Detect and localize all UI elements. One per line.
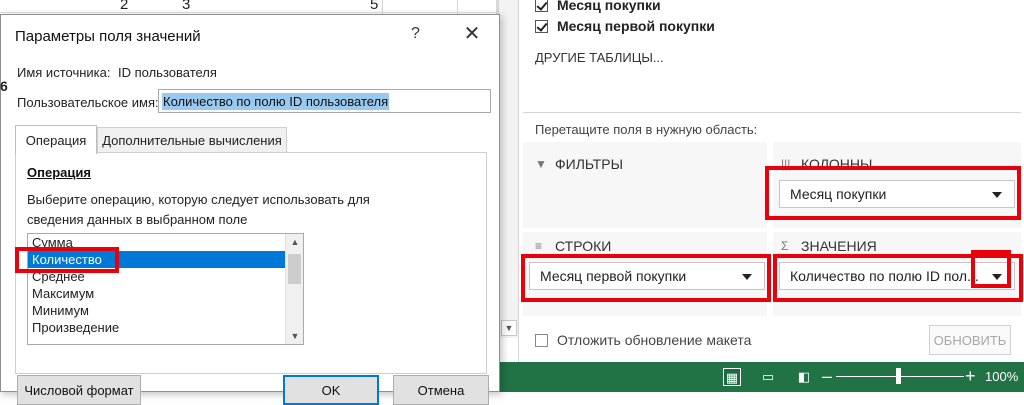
page-layout-icon[interactable]: ▭ [759, 368, 777, 386]
zoom-slider-thumb[interactable] [896, 368, 901, 384]
other-tables-link[interactable]: ДРУГИЕ ТАБЛИЦЫ... [535, 50, 664, 65]
scroll-down-icon[interactable]: ▼ [286, 328, 303, 344]
highlight-box-count [15, 247, 119, 273]
rows-title: СТРОКИ [555, 238, 612, 254]
scroll-down-icon[interactable]: ▼ [501, 320, 517, 336]
scrollbar-thumb[interactable] [288, 254, 301, 284]
update-button[interactable]: ОБНОВИТЬ [929, 325, 1011, 355]
field-item-purchase-month[interactable]: Месяц покупки [535, 0, 661, 16]
list-item[interactable]: Максимум [28, 285, 285, 302]
drag-hint: Перетащите поля в нужную область: [535, 122, 758, 137]
checkbox-checked-icon[interactable] [535, 0, 548, 12]
number-format-button[interactable]: Числовой формат [17, 375, 141, 405]
help-icon[interactable]: ? [411, 25, 420, 43]
cancel-button[interactable]: Отмена [393, 375, 489, 405]
field-label: Месяц покупки [557, 0, 661, 13]
zoom-in-icon[interactable]: + [965, 366, 976, 386]
close-icon[interactable]: ✕ [459, 21, 485, 47]
list-item[interactable]: Произведение [28, 319, 285, 336]
value-field-settings-dialog: Параметры поля значений ? ✕ Имя источник… [0, 14, 500, 405]
filters-title: ФИЛЬТРЫ [555, 156, 623, 172]
panel-divider [523, 112, 1021, 113]
row-header-fragment: 6 [0, 78, 8, 94]
zoom-out-icon[interactable]: – [822, 366, 832, 386]
source-name-value: ID пользователя [118, 65, 217, 80]
filters-area[interactable] [523, 142, 767, 228]
sheet-scroll-strip[interactable]: ▼ [498, 0, 518, 338]
custom-name-text: Количество по полю ID пользователя [162, 92, 390, 110]
defer-update-option[interactable]: Отложить обновление макета [535, 332, 751, 348]
tab-operation[interactable]: Операция [15, 125, 97, 154]
source-name-label: Имя источника: [17, 65, 111, 80]
custom-name-label: Пользовательское имя: [17, 95, 159, 110]
filters-area-header: ▼ ФИЛЬТРЫ [535, 156, 623, 172]
section-title: Операция [27, 165, 91, 180]
highlight-box-columns [765, 166, 1021, 220]
sigma-icon: Σ [781, 239, 789, 253]
ok-button[interactable]: OK [283, 375, 379, 405]
dialog-title: Параметры поля значений [15, 28, 201, 45]
tab-additional-calculations[interactable]: Дополнительные вычисления [97, 127, 287, 153]
zoom-level[interactable]: 100% [985, 369, 1018, 384]
custom-name-input[interactable]: Количество по полю ID пользователя [158, 89, 491, 113]
highlight-box-values-dropdown [971, 250, 1011, 288]
field-item-first-purchase-month[interactable]: Месяц первой покупки [535, 15, 715, 37]
checkbox-icon[interactable] [535, 333, 548, 347]
defer-update-label: Отложить обновление макета [557, 332, 752, 348]
rows-area-header: ≡ СТРОКИ [535, 238, 611, 254]
values-title: ЗНАЧЕНИЯ [801, 238, 877, 254]
highlight-box-rows [521, 254, 771, 302]
normal-view-icon[interactable]: ▦ [723, 368, 741, 386]
field-label: Месяц первой покупки [557, 18, 715, 34]
operation-description: Выберите операцию, которую следует испол… [27, 192, 370, 227]
page-break-preview-icon[interactable]: ◧ [795, 368, 813, 386]
list-item[interactable]: Минимум [28, 302, 285, 319]
values-area-header: Σ ЗНАЧЕНИЯ [781, 238, 877, 254]
scroll-up-icon[interactable]: ▲ [286, 234, 303, 250]
pivot-fields-panel: Месяц покупки Месяц первой покупки ДРУГИ… [518, 0, 1024, 362]
checkbox-checked-icon[interactable] [535, 19, 548, 33]
listbox-scrollbar[interactable]: ▲ ▼ [285, 234, 303, 344]
filter-icon: ▼ [535, 157, 547, 171]
rows-icon: ≡ [535, 239, 543, 253]
grid-line [0, 12, 498, 13]
